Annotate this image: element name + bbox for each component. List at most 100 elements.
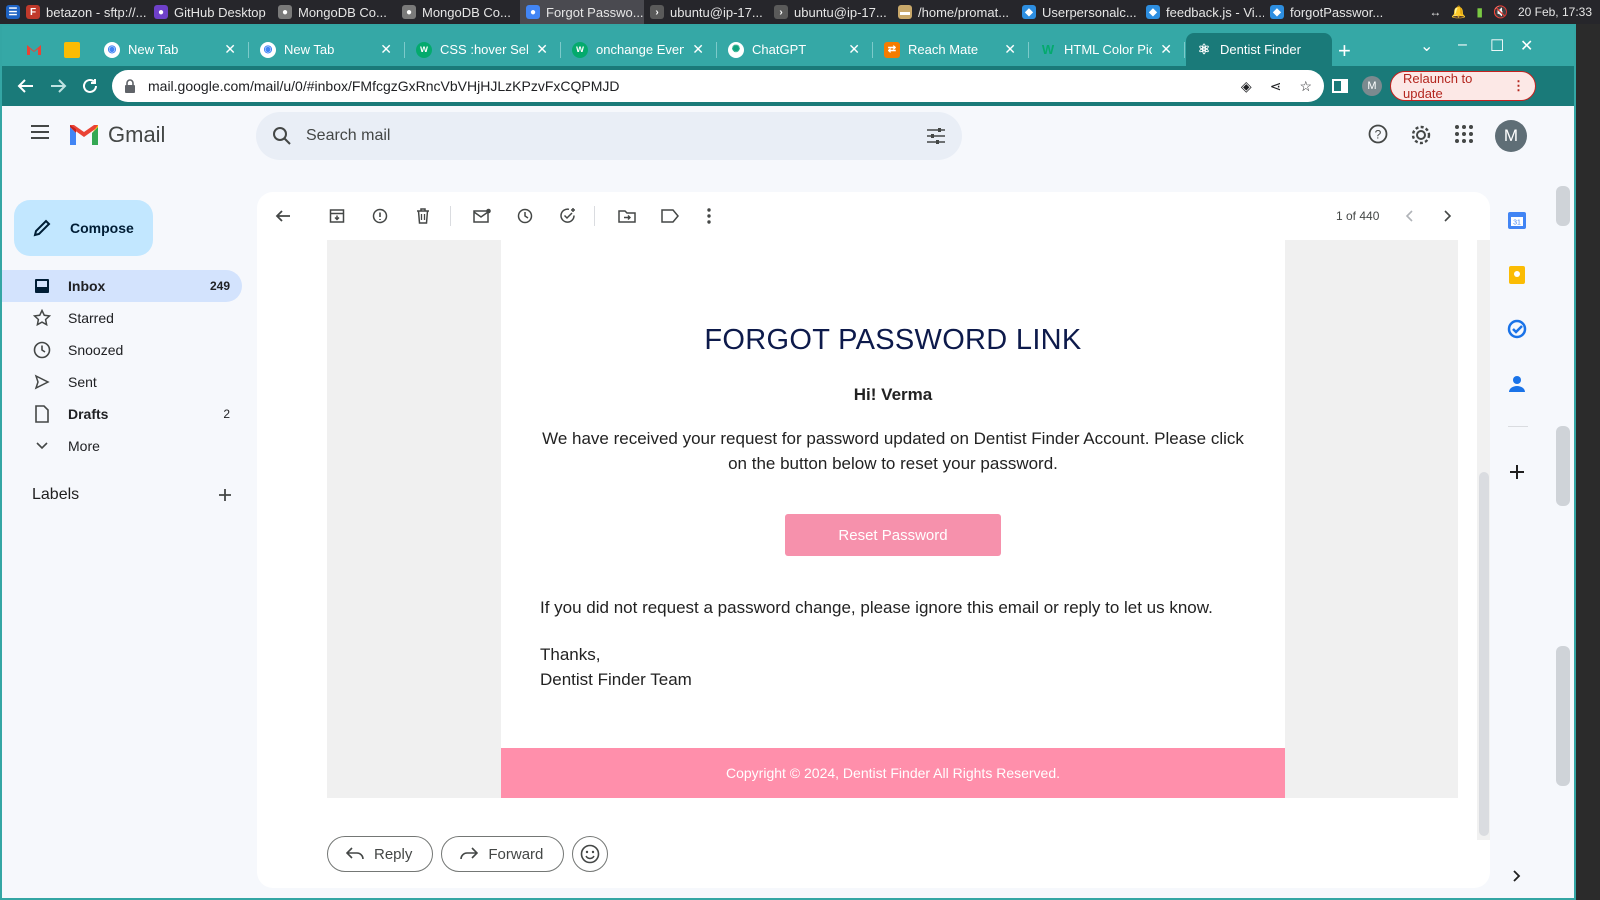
nav-more[interactable]: More (2, 430, 242, 462)
tasks-icon[interactable] (1506, 318, 1528, 340)
collapse-panel-icon[interactable] (1506, 865, 1528, 887)
tab-color-picker[interactable]: W HTML Color Pick ✕ (1030, 33, 1182, 66)
help-icon[interactable]: ? (1368, 124, 1388, 144)
vscode-icon: ◆ (1022, 5, 1036, 19)
clock-text[interactable]: 20 Feb, 17:33 (1518, 5, 1592, 19)
app-menu-icon[interactable]: ☰ (6, 5, 20, 19)
profile-avatar[interactable]: M (1362, 76, 1382, 96)
contacts-icon[interactable] (1506, 373, 1528, 395)
scroll-thumb[interactable] (1556, 426, 1570, 506)
tab-onchange[interactable]: w onchange Event ✕ (562, 33, 714, 66)
side-panel-icon[interactable] (1328, 74, 1352, 98)
new-tab-button[interactable]: + (1338, 38, 1351, 64)
minimize-icon[interactable]: – (1458, 36, 1467, 54)
os-task[interactable]: ● MongoDB Co... (396, 0, 520, 24)
delete-icon[interactable] (413, 206, 433, 226)
close-icon[interactable]: ✕ (536, 41, 548, 58)
close-icon[interactable]: ✕ (692, 41, 704, 58)
close-window-icon[interactable]: ✕ (1520, 36, 1533, 56)
older-chevron-icon[interactable] (1438, 206, 1458, 226)
eye-icon[interactable]: ◈ (1241, 78, 1252, 95)
scroll-thumb[interactable] (1556, 646, 1570, 786)
smiley-icon (580, 844, 600, 864)
settings-gear-icon[interactable] (1410, 124, 1432, 146)
gmail-logo-icon (70, 125, 98, 145)
os-task[interactable]: › ubuntu@ip-17... (644, 0, 768, 24)
add-addon-icon[interactable] (1506, 461, 1528, 483)
report-spam-icon[interactable] (370, 206, 390, 226)
page-scrollbar[interactable] (1548, 176, 1574, 898)
lock-icon[interactable] (124, 79, 136, 93)
archive-icon[interactable] (327, 206, 347, 226)
move-to-icon[interactable] (617, 206, 637, 226)
bookmark-star-icon[interactable]: ☆ (1299, 78, 1312, 95)
back-icon[interactable] (14, 74, 38, 98)
os-task[interactable]: ● GitHub Desktop (148, 0, 272, 24)
scroll-thumb[interactable] (1556, 186, 1570, 226)
close-icon[interactable]: ✕ (848, 41, 860, 58)
reply-button[interactable]: Reply (327, 836, 434, 872)
tab-gmail[interactable] (16, 33, 50, 66)
chrome-icon: ◉ (260, 41, 276, 58)
close-icon[interactable]: ✕ (1160, 41, 1172, 58)
forward-button[interactable]: Forward (441, 836, 565, 872)
os-task[interactable]: ● Forgot Passwo... (520, 0, 644, 24)
add-task-icon[interactable] (558, 206, 578, 226)
mark-unread-icon[interactable] (472, 206, 492, 226)
tab-new-1[interactable]: ◉ New Tab ✕ (94, 33, 246, 66)
bell-icon[interactable]: 🔔 (1451, 5, 1466, 19)
share-icon[interactable]: ⋖ (1270, 78, 1282, 95)
os-task[interactable]: ☰ F betazon - sftp://... (0, 0, 148, 24)
address-bar[interactable]: mail.google.com/mail/u/0/#inbox/FMfcgzGx… (112, 70, 1324, 102)
close-icon[interactable]: ✕ (380, 41, 392, 58)
apps-grid-icon[interactable] (1454, 124, 1474, 144)
nav-count: 249 (209, 279, 230, 293)
back-to-inbox-icon[interactable] (273, 206, 293, 226)
tab-new-2[interactable]: ◉ New Tab ✕ (250, 33, 402, 66)
main-menu-icon[interactable] (30, 124, 50, 140)
more-options-icon[interactable] (699, 206, 719, 226)
tab-css-hover[interactable]: w CSS :hover Sele ✕ (406, 33, 558, 66)
keep-icon[interactable] (1506, 264, 1528, 286)
os-task[interactable]: › ubuntu@ip-17... (768, 0, 892, 24)
tab-search-icon[interactable]: ⌄ (1420, 36, 1433, 56)
newer-chevron-icon[interactable] (1399, 206, 1419, 226)
search-input[interactable]: Search mail (306, 127, 926, 145)
add-label-icon[interactable] (218, 488, 232, 502)
reload-icon[interactable] (78, 74, 102, 98)
mute-icon[interactable]: 🔇 (1493, 5, 1508, 19)
nav-drafts[interactable]: Drafts 2 (2, 398, 242, 430)
close-icon[interactable]: ✕ (224, 41, 236, 58)
calendar-icon[interactable]: 31 (1506, 209, 1528, 231)
tab-dentist-finder[interactable]: ⚛ Dentist Finder (1186, 33, 1332, 66)
os-task[interactable]: ◆ forgotPasswor... (1264, 0, 1388, 24)
close-icon[interactable]: ✕ (1004, 41, 1016, 58)
tab-drive[interactable] (54, 33, 88, 66)
battery-icon[interactable]: ▮ (1476, 5, 1483, 19)
os-task[interactable]: ▬ /home/promat... (892, 0, 1016, 24)
nav-inbox[interactable]: Inbox 249 (2, 270, 242, 302)
snooze-clock-icon[interactable] (515, 206, 535, 226)
compose-button[interactable]: Compose (14, 200, 153, 256)
gmail-logo[interactable]: Gmail (68, 122, 165, 148)
tab-reach-mate[interactable]: ⇄ Reach Mate ✕ (874, 33, 1026, 66)
relaunch-button[interactable]: Relaunch to update ⋮ (1390, 71, 1536, 101)
url-text[interactable]: mail.google.com/mail/u/0/#inbox/FMfcgzGx… (148, 78, 619, 94)
tab-chatgpt[interactable]: ✺ ChatGPT ✕ (718, 33, 870, 66)
nav-starred[interactable]: Starred (2, 302, 242, 334)
nav-snoozed[interactable]: Snoozed (2, 334, 242, 366)
os-task[interactable]: ● MongoDB Co... (272, 0, 396, 24)
maximize-icon[interactable]: ☐ (1490, 36, 1504, 56)
message-scrollbar-thumb[interactable] (1479, 472, 1489, 836)
network-icon[interactable]: ↔ (1429, 5, 1441, 19)
search-icon[interactable] (272, 126, 292, 146)
os-task[interactable]: ◆ Userpersonalc... (1016, 0, 1140, 24)
reset-password-button[interactable]: Reset Password (785, 514, 1001, 556)
search-options-icon[interactable] (926, 127, 946, 145)
nav-sent[interactable]: Sent (2, 366, 242, 398)
forward-icon[interactable] (46, 74, 70, 98)
emoji-reaction-button[interactable] (572, 836, 609, 872)
search-bar[interactable]: Search mail (256, 112, 962, 160)
label-icon[interactable] (660, 206, 680, 226)
os-task[interactable]: ◆ feedback.js - Vi... (1140, 0, 1264, 24)
